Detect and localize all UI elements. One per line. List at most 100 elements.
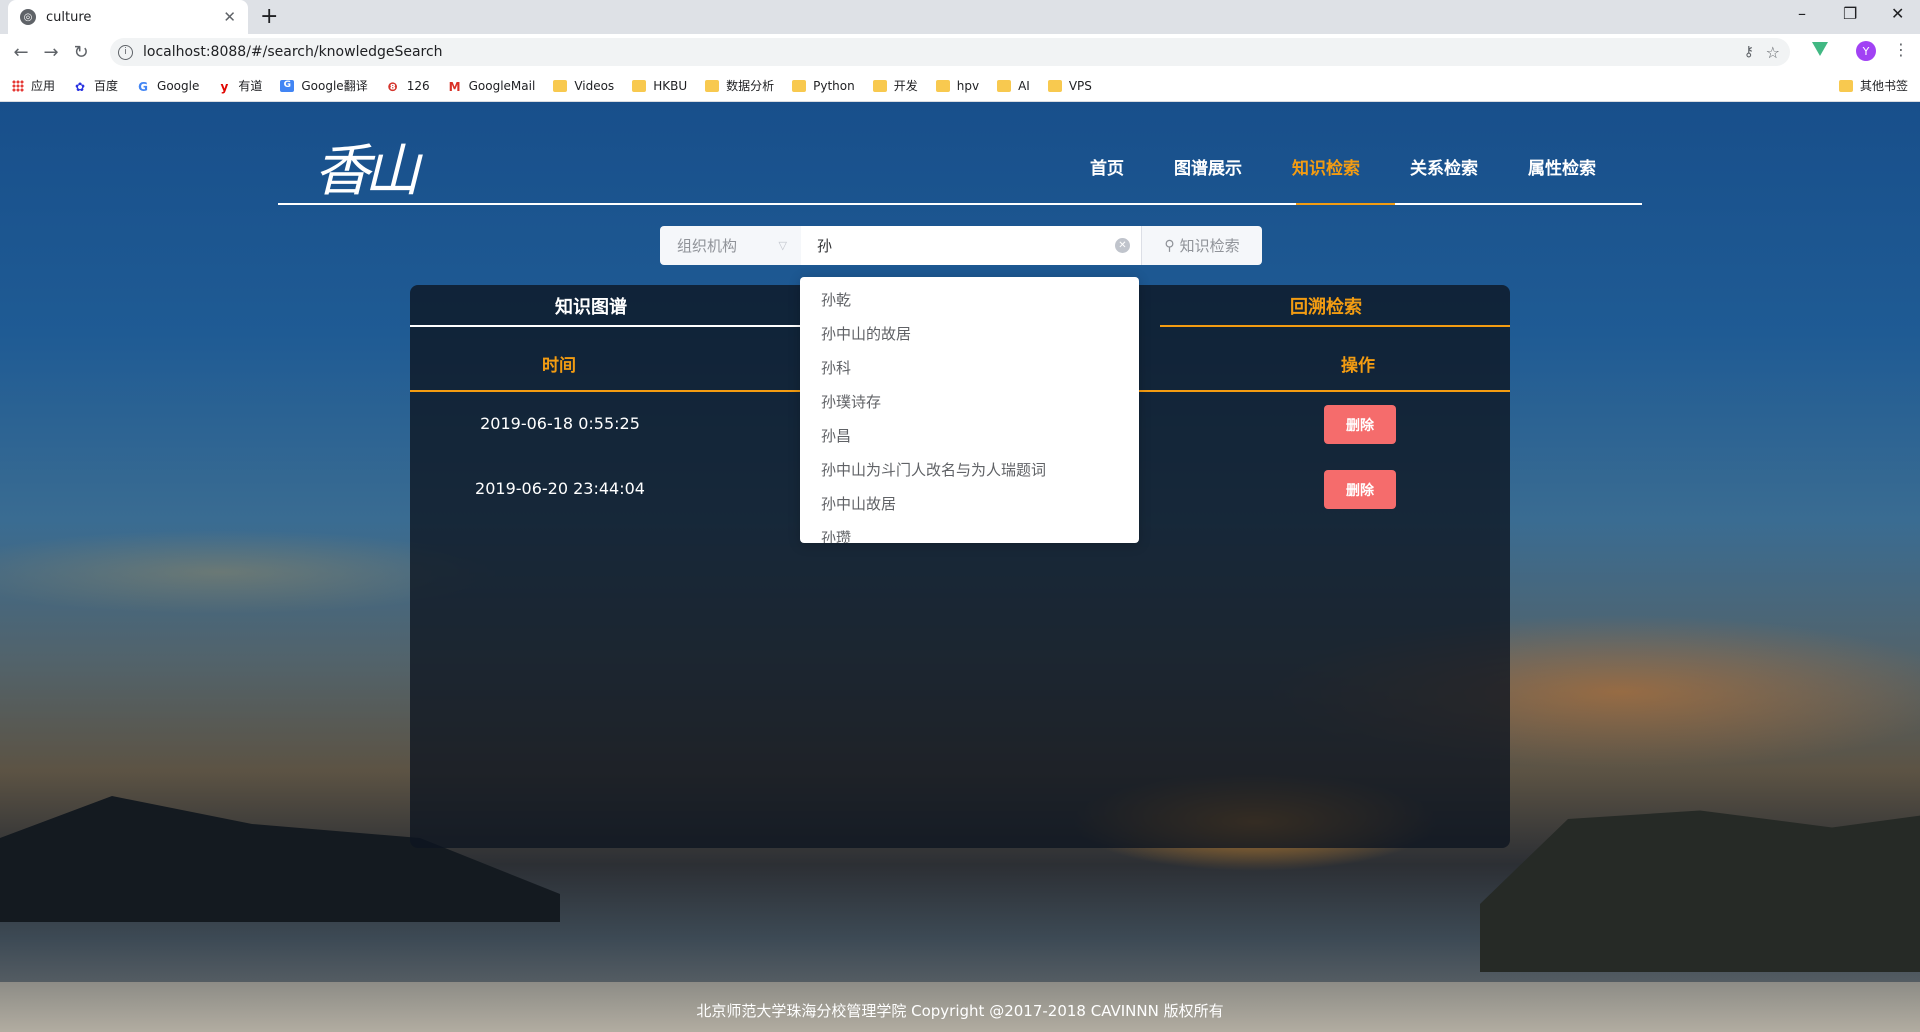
bookmark-label: Python [813, 78, 855, 93]
globe-icon: ◎ [20, 9, 36, 25]
menu-icon[interactable]: ⋮ [1893, 40, 1909, 59]
bookmark-python[interactable]: Python [792, 79, 855, 93]
tab-knowledge-graph[interactable]: 知识图谱 [555, 293, 627, 319]
back-icon[interactable]: ← [6, 42, 36, 63]
google-icon: G [138, 79, 148, 94]
bookmark-dev[interactable]: 开发 [872, 77, 918, 94]
other-bookmarks[interactable]: 其他书签 [1838, 77, 1908, 94]
bookmark-label: 百度 [94, 79, 119, 93]
nav-home[interactable]: 首页 [1090, 154, 1124, 179]
bookmark-youdao[interactable]: y 有道 [217, 77, 262, 94]
search-icon: ⚲ [1164, 237, 1175, 254]
translate-icon: G [280, 79, 295, 92]
tab-title: culture [46, 9, 92, 25]
close-tab-icon[interactable]: ✕ [223, 8, 236, 26]
suggestion-item[interactable]: 孙昌 [800, 419, 1139, 453]
delete-button[interactable]: 删除 [1324, 405, 1396, 444]
folder-icon [705, 79, 720, 92]
suggestion-item[interactable]: 孙中山故居 [800, 487, 1139, 521]
new-tab-icon[interactable]: + [260, 4, 278, 29]
suggestion-item[interactable]: 孙科 [800, 351, 1139, 385]
address-bar-row: ← → ↻ i localhost:8088/#/search/knowledg… [0, 34, 1920, 70]
bookmark-label: 应用 [31, 79, 56, 93]
browser-tabbar: ◎ culture ✕ + – ❐ ✕ [0, 0, 1920, 34]
delete-button[interactable]: 删除 [1324, 470, 1396, 509]
suggestion-item[interactable]: 孙中山的故居 [800, 317, 1139, 351]
knowledge-search-button[interactable]: ⚲ 知识检索 [1141, 226, 1262, 265]
other-bookmarks-label: 其他书签 [1859, 79, 1908, 93]
bookmark-vps[interactable]: VPS [1047, 78, 1092, 93]
row-time: 2019-06-18 0:55:25 [480, 414, 640, 433]
bookmark-videos[interactable]: Videos [553, 79, 614, 93]
folder-icon [553, 79, 568, 92]
page-background: 香山 首页 图谱展示 知识检索 关系检索 属性检索 组织机构 ▽ ✕ ⚲ 知识检… [0, 102, 1920, 1032]
suggestion-item[interactable]: 孙璞诗存 [800, 385, 1139, 419]
column-header-action: 操作 [1341, 356, 1375, 376]
mail-126-icon: ❽ [387, 79, 398, 94]
bookmark-data-analysis[interactable]: 数据分析 [705, 77, 774, 94]
bookmark-google[interactable]: G Google [136, 79, 199, 94]
category-select-value: 组织机构 [677, 237, 738, 255]
bookmark-label: Videos [574, 78, 615, 93]
nav-knowledge-search[interactable]: 知识检索 [1292, 154, 1360, 179]
baidu-paw-icon: ✿ [74, 79, 86, 94]
restore-icon[interactable]: ❐ [1843, 4, 1857, 23]
url-text: localhost:8088/#/search/knowledgeSearch [143, 44, 443, 60]
avatar[interactable]: Y [1856, 41, 1876, 61]
bookmark-label: GoogleMail [468, 78, 536, 93]
site-header: 香山 首页 图谱展示 知识检索 关系检索 属性检索 [278, 102, 1642, 205]
reload-icon[interactable]: ↻ [66, 42, 96, 63]
background-hill [1480, 810, 1920, 972]
bookmark-hkbu[interactable]: HKBU [632, 79, 687, 93]
info-icon[interactable]: i [118, 44, 133, 60]
row-time: 2019-06-20 23:44:04 [475, 479, 645, 498]
bookmark-126[interactable]: ❽ 126 [386, 78, 430, 94]
gmail-icon: M [448, 79, 461, 94]
close-window-icon[interactable]: ✕ [1891, 4, 1904, 23]
minimize-icon[interactable]: – [1798, 4, 1806, 23]
star-icon[interactable]: ☆ [1766, 43, 1780, 62]
vue-devtools-icon[interactable] [1812, 42, 1828, 56]
bookmark-label: VPS [1068, 78, 1092, 93]
bookmark-googlemail[interactable]: M GoogleMail [448, 78, 536, 94]
bookmark-google-translate[interactable]: G Google翻译 [280, 77, 368, 94]
folder-icon [632, 79, 647, 92]
bookmark-label: 126 [406, 78, 430, 93]
bookmark-label: hpv [956, 78, 980, 93]
chevron-down-icon: ▽ [778, 239, 787, 252]
omnibox[interactable]: i localhost:8088/#/search/knowledgeSearc… [110, 38, 1790, 66]
autocomplete-dropdown: 孙乾 孙中山的故居 孙科 孙璞诗存 孙昌 孙中山为斗门人改名与为人瑞题词 孙中山… [800, 277, 1139, 543]
bookmarks-bar: 应用 ✿ 百度 G Google y 有道 G Google翻译 ❽ 126 M Googl… [0, 70, 1920, 102]
bookmark-label: HKBU [653, 78, 688, 93]
bookmark-baidu[interactable]: ✿ 百度 [73, 77, 118, 94]
forward-icon[interactable]: → [36, 42, 66, 63]
folder-icon [872, 79, 887, 92]
column-header-time: 时间 [542, 356, 576, 376]
apps-icon [12, 79, 24, 92]
nav-relation-search[interactable]: 关系检索 [1410, 154, 1478, 179]
folder-icon [792, 79, 807, 92]
tab-history-search[interactable]: 回溯检索 [1290, 293, 1362, 319]
folder-icon [1047, 79, 1062, 92]
suggestion-item[interactable]: 孙瓒 [800, 521, 1139, 543]
nav-attribute-search[interactable]: 属性检索 [1528, 154, 1596, 179]
folder-icon [935, 79, 950, 92]
suggestion-item[interactable]: 孙中山为斗门人改名与为人瑞题词 [800, 453, 1139, 487]
category-select[interactable]: 组织机构 ▽ [660, 226, 801, 265]
suggestion-item[interactable]: 孙乾 [800, 283, 1139, 317]
nav-active-indicator [1296, 203, 1395, 205]
bookmark-ai[interactable]: AI [997, 79, 1030, 93]
youdao-icon: y [220, 79, 229, 94]
bookmark-hpv[interactable]: hpv [935, 78, 980, 93]
key-icon[interactable]: ⚷ [1744, 44, 1754, 60]
bookmark-label: 开发 [893, 79, 918, 93]
search-input[interactable] [801, 226, 1141, 265]
main-nav: 首页 图谱展示 知识检索 关系检索 属性检索 [1040, 154, 1596, 179]
nav-graph[interactable]: 图谱展示 [1174, 154, 1242, 179]
site-logo[interactable]: 香山 [314, 126, 420, 207]
clear-icon[interactable]: ✕ [1115, 238, 1130, 253]
search-button-label: 知识检索 [1179, 237, 1240, 255]
bookmark-label: Google翻译 [301, 79, 368, 93]
bookmark-apps[interactable]: 应用 [12, 77, 55, 94]
browser-tab[interactable]: ◎ culture ✕ [8, 0, 248, 34]
